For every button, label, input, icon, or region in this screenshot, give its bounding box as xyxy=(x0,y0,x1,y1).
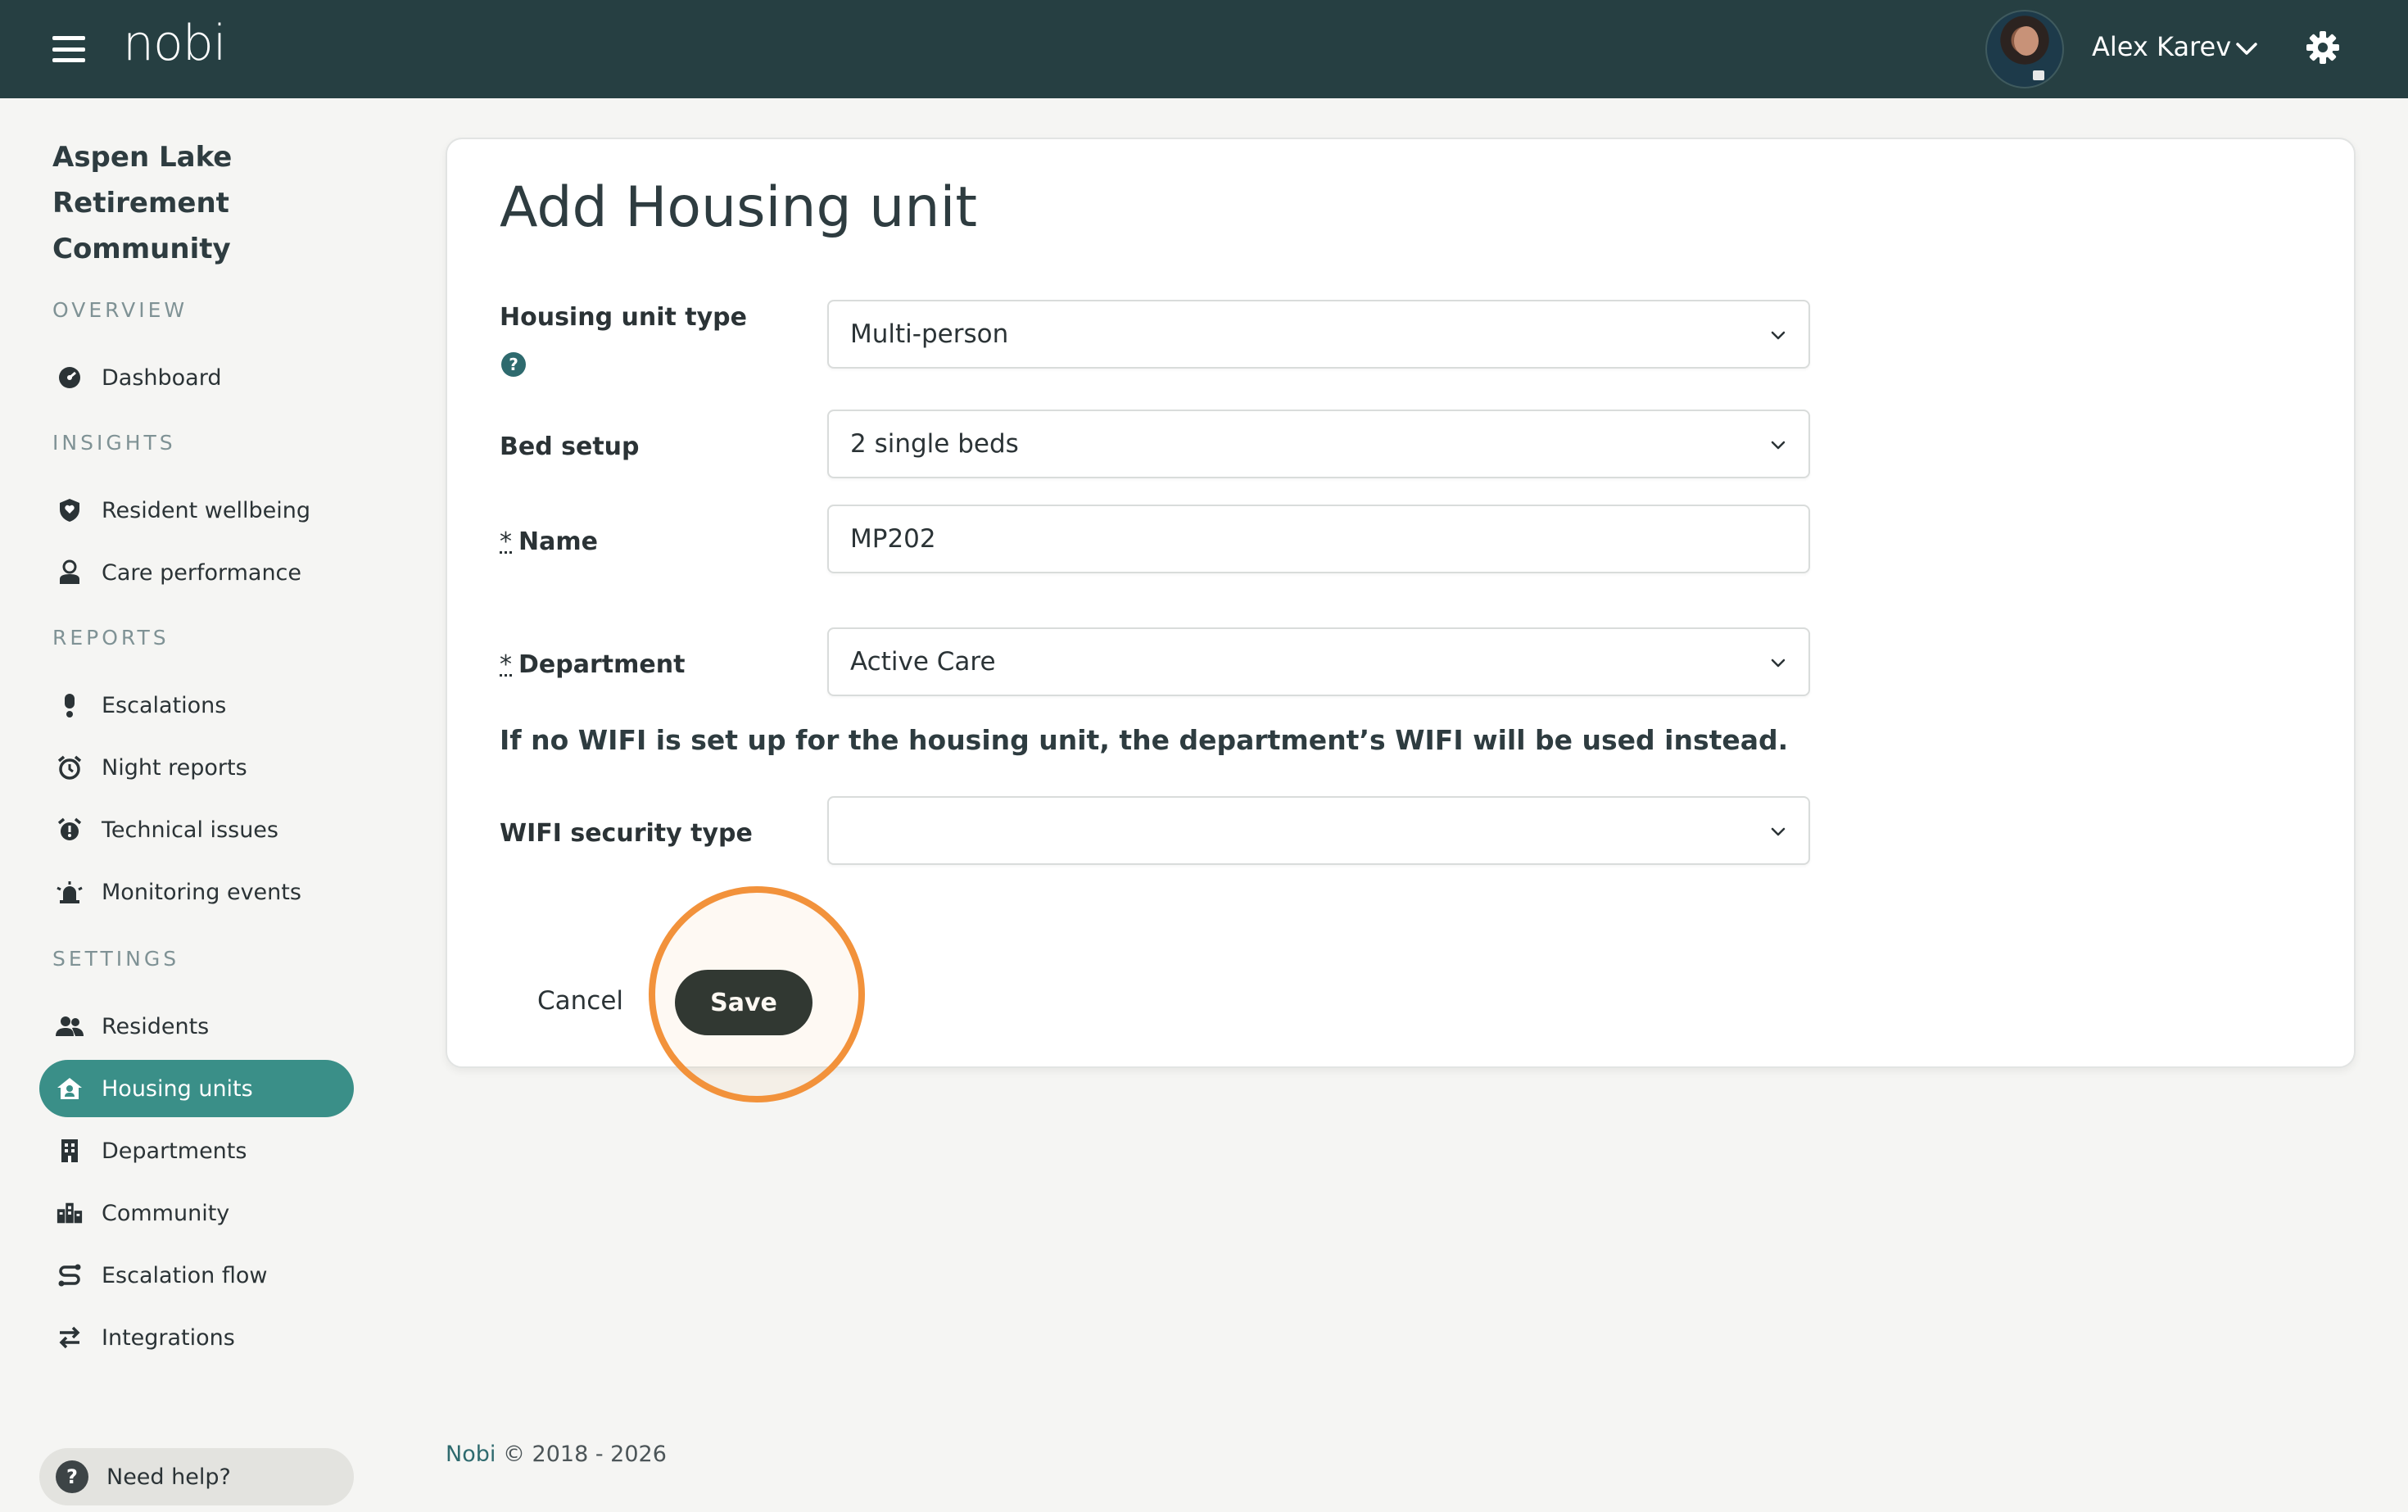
footer: Nobi © 2018 - 2026 xyxy=(446,1442,667,1467)
name-value: MP202 xyxy=(850,524,936,554)
top-bar: nobi Alex Karev xyxy=(0,0,2408,98)
caregiver-icon xyxy=(56,559,84,586)
sidebar-item-monitoring-events[interactable]: Monitoring events xyxy=(39,863,354,921)
wifi-security-type-label: WIFI security type xyxy=(500,819,753,848)
sidebar-item-label: Integrations xyxy=(102,1324,235,1351)
chevron-down-icon[interactable] xyxy=(2234,36,2259,61)
house-user-icon xyxy=(56,1075,84,1102)
need-help-button[interactable]: ? Need help? xyxy=(39,1448,354,1505)
arrows-exchange-icon xyxy=(56,1324,84,1351)
alarm-warning-icon xyxy=(56,816,84,844)
department-value: Active Care xyxy=(850,647,996,677)
chevron-down-icon xyxy=(1771,827,1786,836)
add-housing-unit-form: Add Housing unit Housing unit type ? Mul… xyxy=(446,138,2356,1102)
cancel-button[interactable]: Cancel xyxy=(537,986,623,1016)
department-label: * Department xyxy=(500,650,686,679)
section-overview: OVERVIEW xyxy=(52,298,188,322)
sidebar-item-care-performance[interactable]: Care performance xyxy=(39,544,354,601)
users-icon xyxy=(56,1012,84,1040)
question-icon: ? xyxy=(56,1460,88,1493)
footer-copyright: © 2018 - 2026 xyxy=(502,1442,667,1467)
name-label: * Name xyxy=(500,527,598,556)
sidebar-item-residents[interactable]: Residents xyxy=(39,998,354,1055)
section-reports: REPORTS xyxy=(52,626,170,650)
organization-name: Aspen Lake Retirement Community xyxy=(52,141,233,265)
dashboard-icon xyxy=(56,364,84,392)
sidebar-item-label: Care performance xyxy=(102,559,302,586)
sidebar-item-housing-units[interactable]: Housing units xyxy=(39,1060,354,1117)
required-marker: * xyxy=(500,650,512,679)
sidebar-item-escalation-flow[interactable]: Escalation flow xyxy=(39,1247,354,1304)
housing-unit-type-label: Housing unit type xyxy=(500,303,747,332)
name-input[interactable]: MP202 xyxy=(827,505,1810,573)
sidebar-item-label: Escalations xyxy=(102,692,227,718)
sidebar-item-label: Escalation flow xyxy=(102,1262,268,1288)
sidebar-item-integrations[interactable]: Integrations xyxy=(39,1309,354,1366)
sidebar-item-label: Dashboard xyxy=(102,364,222,391)
save-button[interactable]: Save xyxy=(675,970,812,1035)
sidebar-item-technical-issues[interactable]: Technical issues xyxy=(39,801,354,858)
sidebar-item-escalations[interactable]: Escalations xyxy=(39,677,354,734)
housing-unit-type-value: Multi-person xyxy=(850,319,1009,349)
sidebar-item-label: Technical issues xyxy=(102,817,278,843)
city-icon xyxy=(56,1199,84,1227)
siren-icon xyxy=(56,878,84,906)
chevron-down-icon xyxy=(1771,331,1786,340)
wifi-security-type-select[interactable] xyxy=(827,796,1810,865)
menu-icon[interactable] xyxy=(52,36,85,62)
sidebar-item-label: Resident wellbeing xyxy=(102,497,310,523)
chevron-down-icon xyxy=(1771,659,1786,668)
user-name[interactable]: Alex Karev xyxy=(2092,31,2231,62)
sidebar-item-label: Departments xyxy=(102,1138,247,1164)
bed-setup-select[interactable]: 2 single beds xyxy=(827,410,1810,478)
app-logo[interactable]: nobi xyxy=(123,15,226,72)
sidebar-item-night-reports[interactable]: Night reports xyxy=(39,739,354,796)
sidebar-item-label: Night reports xyxy=(102,754,247,781)
help-icon[interactable]: ? xyxy=(501,352,526,377)
wifi-notice: If no WIFI is set up for the housing uni… xyxy=(500,724,1789,756)
avatar[interactable] xyxy=(1985,10,2064,88)
alarm-clock-icon xyxy=(56,754,84,781)
section-insights: INSIGHTS xyxy=(52,431,176,455)
footer-brand-link[interactable]: Nobi xyxy=(446,1442,496,1467)
page-title: Add Housing unit xyxy=(500,175,978,240)
sidebar-item-community[interactable]: Community xyxy=(39,1184,354,1242)
bed-setup-label: Bed setup xyxy=(500,432,640,461)
need-help-label: Need help? xyxy=(106,1464,231,1490)
sidebar-item-departments[interactable]: Departments xyxy=(39,1122,354,1179)
department-select[interactable]: Active Care xyxy=(827,627,1810,696)
chevron-down-icon xyxy=(1771,441,1786,450)
required-marker: * xyxy=(500,527,512,556)
sidebar-item-dashboard[interactable]: Dashboard xyxy=(39,349,354,406)
building-icon xyxy=(56,1137,84,1165)
shield-heart-icon xyxy=(56,496,84,524)
sidebar-item-resident-wellbeing[interactable]: Resident wellbeing xyxy=(39,482,354,539)
bed-setup-value: 2 single beds xyxy=(850,429,1019,459)
sidebar: Aspen Lake Retirement Community OVERVIEW… xyxy=(0,98,393,1512)
gear-icon[interactable] xyxy=(2305,29,2341,66)
route-icon xyxy=(56,1261,84,1289)
sidebar-item-label: Community xyxy=(102,1200,230,1226)
exclamation-icon xyxy=(56,691,84,719)
sidebar-item-label: Residents xyxy=(102,1013,210,1039)
section-settings: SETTINGS xyxy=(52,947,180,971)
sidebar-item-label: Monitoring events xyxy=(102,879,301,905)
housing-unit-type-select[interactable]: Multi-person xyxy=(827,300,1810,369)
sidebar-item-label: Housing units xyxy=(102,1075,253,1102)
